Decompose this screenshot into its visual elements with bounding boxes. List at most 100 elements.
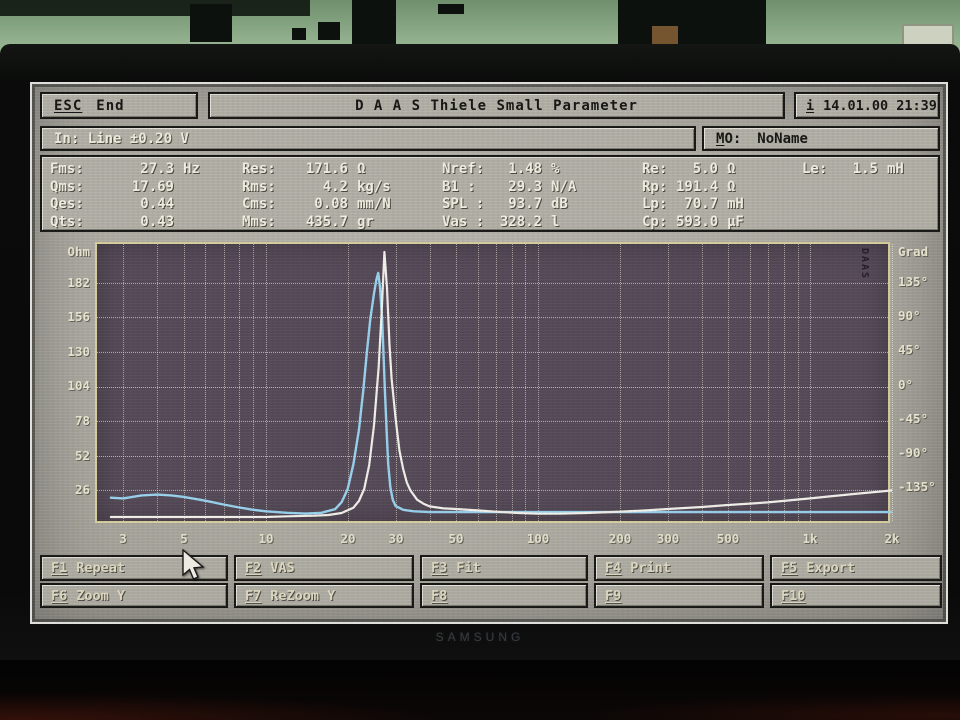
fkey-label: F10 <box>781 587 806 604</box>
y-tick-right: -135° <box>898 479 936 494</box>
parameter-panel: Fms: 27.3 Hz Res: 171.6 Ω Nref: 1.48% Re: 5.0 Ω Le:… <box>40 155 940 232</box>
y-tick-right: 0° <box>898 377 914 392</box>
param-empty <box>802 196 938 214</box>
param-fms: Fms: 27.3 Hz <box>50 161 200 177</box>
x-tick: 2k <box>884 531 900 546</box>
x-tick: 1k <box>802 531 818 546</box>
cabinet-silhouette <box>618 0 766 46</box>
fkey-label: F1 <box>51 560 68 576</box>
x-tick: 3 <box>119 531 127 546</box>
param-empty <box>802 179 938 197</box>
input-level-control[interactable]: In: Line ±0.20 V <box>40 126 696 151</box>
curve-phase <box>109 271 892 515</box>
shelf-object <box>438 4 464 14</box>
fkey-action-label: Export <box>806 560 856 576</box>
fkey-label: F9 <box>605 587 622 604</box>
fkey-action-label: Repeat <box>76 560 126 576</box>
fkey-button-f2[interactable]: F2 VAS <box>234 555 414 581</box>
param-cp: Cp: 593.0 µF <box>642 213 744 230</box>
y-tick-left: 156 <box>67 309 90 324</box>
wall-vent <box>902 24 954 46</box>
end-label: End <box>96 97 125 114</box>
datetime-label: 14.01.00 21:39 <box>823 97 937 114</box>
fkey-label: F8 <box>431 587 448 604</box>
fkey-label: F3 <box>431 560 448 576</box>
ceiling-shadow <box>0 0 310 16</box>
info-datetime-button[interactable]: i 14.01.00 21:39 <box>794 92 940 119</box>
x-tick: 100 <box>526 531 550 546</box>
param-spl: SPL :93.7 dB <box>442 196 568 212</box>
param-re: Re: 5.0 Ω <box>642 161 736 177</box>
mo-label: O: <box>724 130 742 147</box>
param-vas: Vas :328.2 l <box>442 213 560 230</box>
y-tick-right: -90° <box>898 445 929 460</box>
param-rms: Rms: 4.2 kg/s <box>242 178 391 195</box>
y-tick-right: 90° <box>898 308 921 323</box>
y-axis-left-unit: Ohm <box>67 244 90 259</box>
param-qes: Qes: 0.44 <box>50 196 174 212</box>
y-axis-right-unit: Grad <box>898 244 929 259</box>
fkey-button-f9[interactable]: F9 <box>594 583 764 608</box>
mo-hotkey: M <box>716 130 725 147</box>
fkey-button-f1[interactable]: F1 Repeat <box>40 555 228 581</box>
x-tick: 5 <box>180 531 188 546</box>
y-tick-left: 26 <box>74 482 90 497</box>
x-tick: 300 <box>656 531 680 546</box>
fkey-button-f10[interactable]: F10 <box>770 583 942 608</box>
param-rp: Rp: 191.4 Ω <box>642 178 736 195</box>
param-empty <box>802 214 938 232</box>
fkey-button-f4[interactable]: F4 Print <box>594 555 764 581</box>
y-tick-left: 104 <box>67 378 90 393</box>
esc-key-label: ESC <box>54 97 83 114</box>
fkey-label: F7 <box>245 587 262 604</box>
memory-name-value: NoName <box>757 130 808 147</box>
y-tick-left: 78 <box>74 413 90 428</box>
fkey-button-f3[interactable]: F3 Fit <box>420 555 588 581</box>
gridline-v <box>892 244 893 521</box>
y-tick-left: 130 <box>67 344 90 359</box>
fkey-label: F5 <box>781 560 798 576</box>
desk-shadow <box>0 660 960 720</box>
y-tick-left: 182 <box>67 275 90 290</box>
speaker-silhouette <box>190 4 232 42</box>
memory-select-control[interactable]: M O: NoName <box>702 126 940 151</box>
fkey-label: F4 <box>605 560 622 576</box>
param-b1: B1 :29.3 N/A <box>442 178 577 195</box>
param-lp: Lp: 70.7 mH <box>642 196 744 212</box>
info-icon: i <box>806 97 815 114</box>
fkey-button-f6[interactable]: F6 Zoom Y <box>40 583 228 608</box>
param-nref: Nref: 1.48% <box>442 161 560 177</box>
window-title: D A A S Thiele Small Parameter <box>208 92 785 119</box>
crt-screen: ESC End D A A S Thiele Small Parameter i… <box>30 82 948 624</box>
param-mms: Mms: 435.7 gr <box>242 213 374 230</box>
param-le: Le: 1.5 mH <box>802 161 904 177</box>
y-tick-right: 135° <box>898 274 929 289</box>
fkey-action-label: Fit <box>456 560 481 576</box>
x-tick: 200 <box>608 531 632 546</box>
fkey-button-f7[interactable]: F7 ReZoom Y <box>234 583 414 608</box>
fkey-button-f8[interactable]: F8 <box>420 583 588 608</box>
shelf-object <box>318 22 340 40</box>
param-res: Res: 171.6 Ω <box>242 161 366 177</box>
curves-layer <box>109 250 892 519</box>
photo-scene: SAMSUNG ESC End D A A S Thiele Small Par… <box>0 0 960 720</box>
curve-impedance <box>109 250 892 519</box>
param-cms: Cms: 0.08 mm/N <box>242 196 391 212</box>
fkey-action-label: ReZoom Y <box>270 587 336 604</box>
param-qts: Qts: 0.43 <box>50 213 174 230</box>
x-tick: 30 <box>388 531 404 546</box>
monitor-brand-logo: SAMSUNG <box>435 630 525 644</box>
input-level-label: In: Line ±0.20 V <box>54 130 189 147</box>
fkey-label: F2 <box>245 560 262 576</box>
fkey-label: F6 <box>51 587 68 604</box>
x-tick: 10 <box>258 531 274 546</box>
x-tick: 500 <box>716 531 740 546</box>
x-tick: 20 <box>340 531 356 546</box>
daas-watermark: DAAS <box>859 248 870 281</box>
y-tick-right: -45° <box>898 411 929 426</box>
esc-end-button[interactable]: ESC End <box>40 92 198 119</box>
x-tick: 50 <box>448 531 464 546</box>
impedance-plot-area: DAAS <box>95 242 893 523</box>
fkey-button-f5[interactable]: F5 Export <box>770 555 942 581</box>
y-tick-left: 52 <box>74 448 90 463</box>
